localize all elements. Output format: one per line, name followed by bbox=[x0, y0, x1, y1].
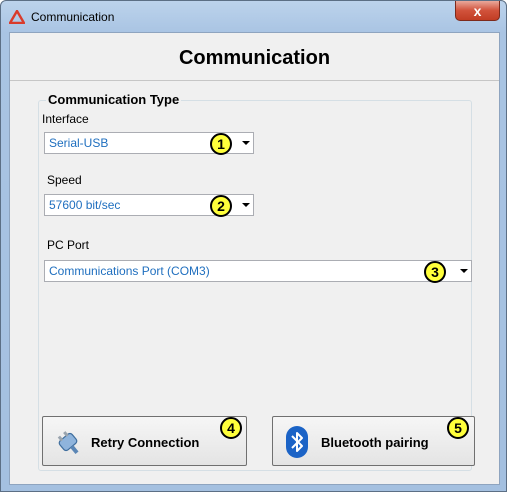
chevron-down-icon bbox=[242, 141, 250, 145]
chevron-down-icon bbox=[242, 203, 250, 207]
retry-connection-button[interactable]: Retry Connection bbox=[42, 416, 247, 466]
pc-port-select[interactable]: Communications Port (COM3) bbox=[44, 260, 472, 282]
bluetooth-icon bbox=[286, 426, 308, 458]
window-title: Communication bbox=[31, 10, 115, 24]
interface-label: Interface bbox=[42, 112, 89, 126]
header-bar: Communication bbox=[10, 33, 499, 81]
app-triangle-icon bbox=[9, 10, 25, 24]
communication-window: Communication x Communication Communicat… bbox=[0, 0, 507, 492]
group-legend: Communication Type bbox=[46, 92, 182, 107]
pc-port-value: Communications Port (COM3) bbox=[49, 264, 210, 278]
retry-connection-label: Retry Connection bbox=[91, 435, 200, 450]
client-area: Communication Communication Type Interfa… bbox=[9, 32, 500, 485]
chevron-down-icon bbox=[460, 269, 468, 273]
callout-badge-1: 1 bbox=[210, 133, 232, 155]
callout-badge-4: 4 bbox=[220, 417, 242, 439]
speed-value: 57600 bit/sec bbox=[49, 198, 121, 212]
interface-value: Serial-USB bbox=[49, 136, 109, 150]
bluetooth-pairing-label: Bluetooth pairing bbox=[321, 435, 429, 450]
page-title: Communication bbox=[178, 47, 331, 69]
close-button[interactable]: x bbox=[455, 1, 500, 21]
plug-icon bbox=[57, 431, 79, 455]
callout-badge-5: 5 bbox=[447, 417, 469, 439]
speed-label: Speed bbox=[47, 173, 82, 187]
callout-badge-2: 2 bbox=[210, 195, 232, 217]
title-bar: Communication x bbox=[1, 1, 506, 33]
pc-port-label: PC Port bbox=[47, 238, 90, 252]
close-icon: x bbox=[473, 2, 482, 19]
callout-badge-3: 3 bbox=[424, 261, 446, 283]
bluetooth-pairing-button[interactable]: Bluetooth pairing bbox=[272, 416, 475, 466]
